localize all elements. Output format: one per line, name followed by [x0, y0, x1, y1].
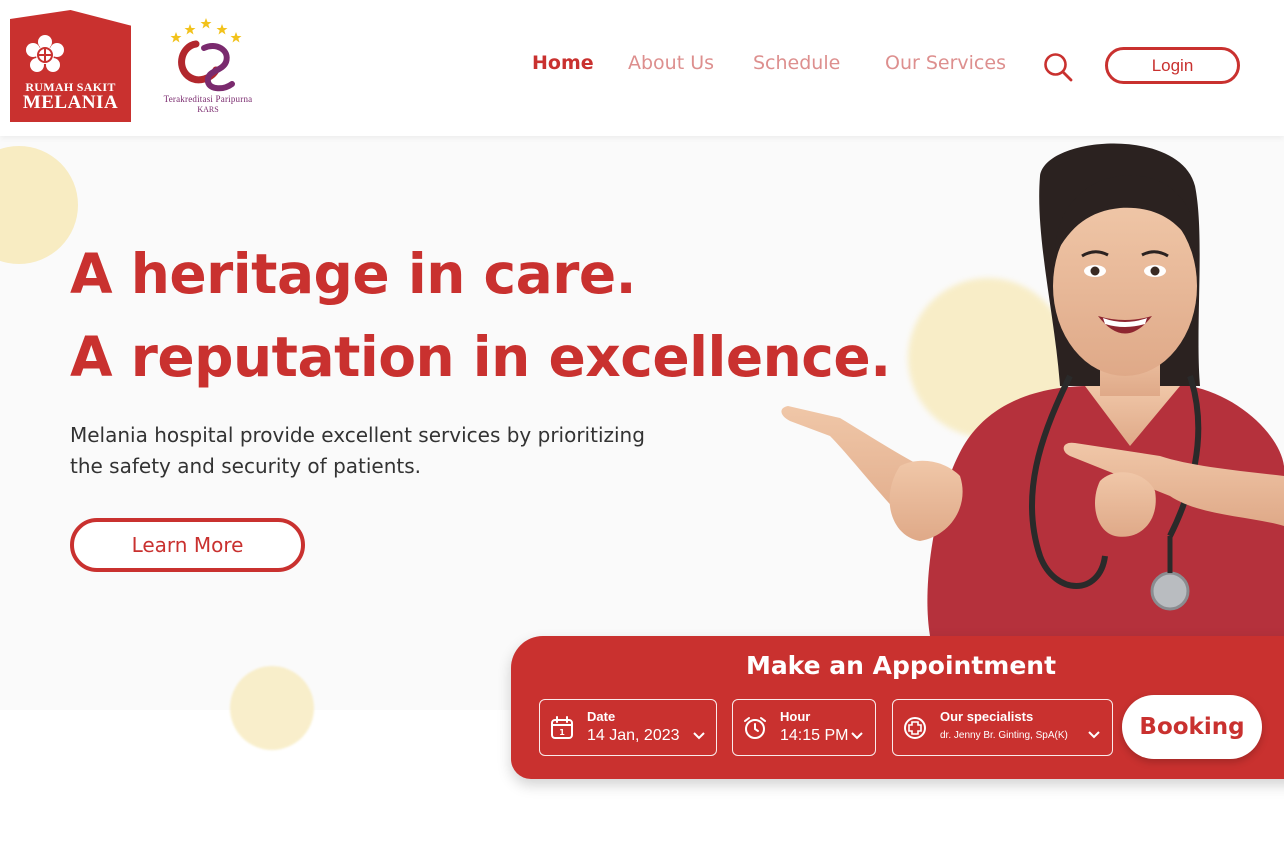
logo-line-2: MELANIA: [22, 92, 119, 113]
learn-more-button[interactable]: Learn More: [70, 518, 305, 572]
chevron-down-icon: [1088, 731, 1100, 739]
melania-logo[interactable]: RUMAH SAKIT MELANIA: [10, 10, 131, 122]
hour-picker[interactable]: Hour 14:15 PM: [732, 699, 876, 756]
date-value: 14 Jan, 2023: [587, 727, 680, 744]
hero-headline-1: A heritage in care.: [70, 242, 637, 306]
nav-our-services[interactable]: Our Services: [885, 52, 1006, 74]
svg-text:1: 1: [559, 728, 565, 737]
accreditation-text: Terakreditasi Paripurna: [163, 94, 253, 104]
site-header: RUMAH SAKIT MELANIA Terakreditasi Paripu…: [0, 0, 1284, 136]
date-label: Date: [587, 709, 616, 724]
kars-emblem-icon: [170, 18, 242, 92]
medical-cross-icon: [904, 717, 926, 739]
hero-headline-2: A reputation in excellence.: [70, 325, 891, 389]
nav-about-us[interactable]: About Us: [628, 52, 714, 74]
specialist-picker[interactable]: Our specialists dr. Jenny Br. Ginting, S…: [892, 699, 1113, 756]
chevron-down-icon: [693, 732, 705, 740]
melania-emblem-icon: [26, 35, 64, 72]
hour-value: 14:15 PM: [780, 727, 849, 744]
hour-label: Hour: [780, 709, 811, 724]
nav-home[interactable]: Home: [532, 52, 594, 74]
hero-description: Melania hospital provide excellent servi…: [70, 423, 645, 478]
specialist-value: dr. Jenny Br. Ginting, SpA(K): [940, 730, 1068, 741]
specialist-label: Our specialists: [940, 709, 1034, 724]
date-picker[interactable]: 1 Date 14 Jan, 2023: [539, 699, 717, 756]
kars-accreditation-logo: Terakreditasi Paripurna KARS: [146, 16, 270, 120]
booking-button[interactable]: Booking: [1122, 695, 1262, 759]
appointment-title: Make an Appointment: [745, 651, 1057, 680]
alarm-clock-icon: [744, 717, 766, 739]
nav-schedule[interactable]: Schedule: [753, 52, 840, 74]
login-button[interactable]: Login: [1105, 47, 1240, 84]
search-icon[interactable]: [1043, 52, 1073, 82]
appointment-panel: Make an Appointment 1 Date 14 Jan, 2023 …: [511, 636, 1284, 779]
chevron-down-icon: [851, 732, 863, 740]
decorative-circle: [230, 666, 314, 750]
calendar-icon: 1: [551, 716, 573, 739]
accreditation-body: KARS: [197, 105, 219, 114]
